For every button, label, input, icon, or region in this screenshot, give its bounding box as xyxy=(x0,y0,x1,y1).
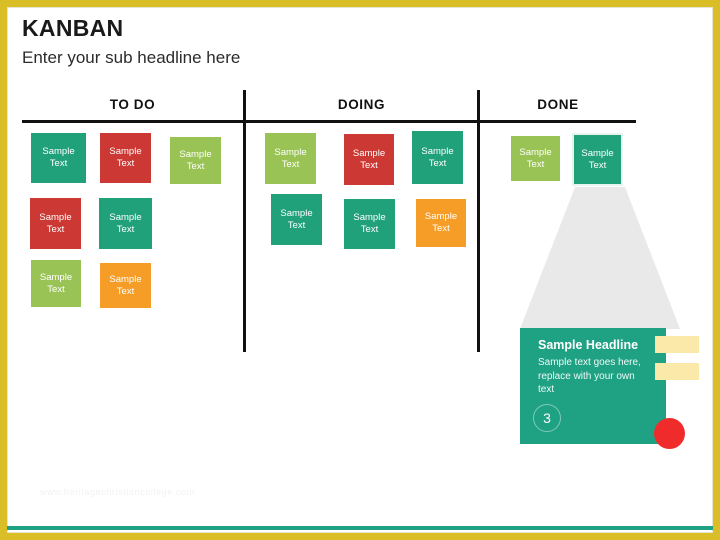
kanban-card-todo-3[interactable]: Sample Text xyxy=(170,137,221,184)
column-header-done: DONE xyxy=(537,97,579,112)
accent-bar-bottom xyxy=(7,526,713,530)
page-subtitle: Enter your sub headline here xyxy=(22,48,241,67)
kanban-card-label: Sample Text xyxy=(109,273,142,297)
watermark: www.heritagechristiancollege.com xyxy=(40,487,195,497)
kanban-card-label: Sample Text xyxy=(519,146,552,170)
kanban-card-doing-2[interactable]: Sample Text xyxy=(344,134,394,185)
kanban-card-label: Sample Text xyxy=(109,211,142,235)
kanban-card-label: Sample Text xyxy=(109,146,142,169)
kanban-card-label: Sample Text xyxy=(421,145,454,169)
kanban-card-doing-4[interactable]: Sample Text xyxy=(271,194,322,245)
kanban-card-todo-6[interactable]: Sample Text xyxy=(31,260,81,307)
kanban-card-label: Sample Text xyxy=(274,146,307,170)
board-horizontal-rule xyxy=(22,120,636,123)
column-header-doing: DOING xyxy=(337,97,386,112)
red-dot-marker xyxy=(654,418,685,449)
kanban-card-label: Sample Text xyxy=(179,148,212,172)
yellow-tab-1 xyxy=(655,336,699,353)
board-column-divider-1 xyxy=(243,90,246,352)
kanban-card-label: Sample Text xyxy=(353,212,386,235)
column-header-todo: TO DO xyxy=(109,97,156,112)
kanban-card-todo-7[interactable]: Sample Text xyxy=(100,263,151,308)
kanban-slide: KANBAN Enter your sub headline here TO D… xyxy=(0,0,720,540)
kanban-card-label: Sample Text xyxy=(39,271,73,295)
kanban-card-todo-5[interactable]: Sample Text xyxy=(99,198,152,249)
kanban-card-label: Sample Text xyxy=(280,207,313,231)
callout-number-badge: 3 xyxy=(533,404,561,432)
frame-bottom-border xyxy=(0,533,720,540)
callout-card[interactable]: Sample Headline Sample text goes here, r… xyxy=(520,328,666,444)
callout-body: Sample text goes here, replace with your… xyxy=(538,357,641,395)
page-title: KANBAN xyxy=(22,15,124,41)
kanban-card-todo-4[interactable]: Sample Text xyxy=(30,198,81,249)
kanban-card-done-1[interactable]: Sample Text xyxy=(511,136,560,181)
callout-headline: Sample Headline xyxy=(538,338,639,352)
kanban-card-doing-3[interactable]: Sample Text xyxy=(412,131,463,184)
kanban-card-label: Sample Text xyxy=(581,147,614,171)
kanban-card-doing-5[interactable]: Sample Text xyxy=(344,199,395,249)
frame-left-border xyxy=(0,0,7,540)
frame-top-border xyxy=(0,0,720,7)
kanban-card-todo-1[interactable]: Sample Text xyxy=(31,133,86,183)
frame-right-border xyxy=(713,0,720,540)
kanban-card-todo-2[interactable]: Sample Text xyxy=(100,133,151,183)
kanban-card-label: Sample Text xyxy=(42,146,75,169)
spotlight-cone xyxy=(520,187,680,329)
kanban-card-done-2[interactable]: Sample Text xyxy=(572,133,623,186)
kanban-card-label: Sample Text xyxy=(39,211,72,235)
kanban-card-doing-6[interactable]: Sample Text xyxy=(416,199,466,247)
kanban-card-label: Sample Text xyxy=(424,211,458,234)
yellow-tab-2 xyxy=(655,363,699,380)
kanban-card-label: Sample Text xyxy=(352,147,386,171)
kanban-card-doing-1[interactable]: Sample Text xyxy=(265,133,316,184)
board-column-divider-2 xyxy=(477,90,480,352)
